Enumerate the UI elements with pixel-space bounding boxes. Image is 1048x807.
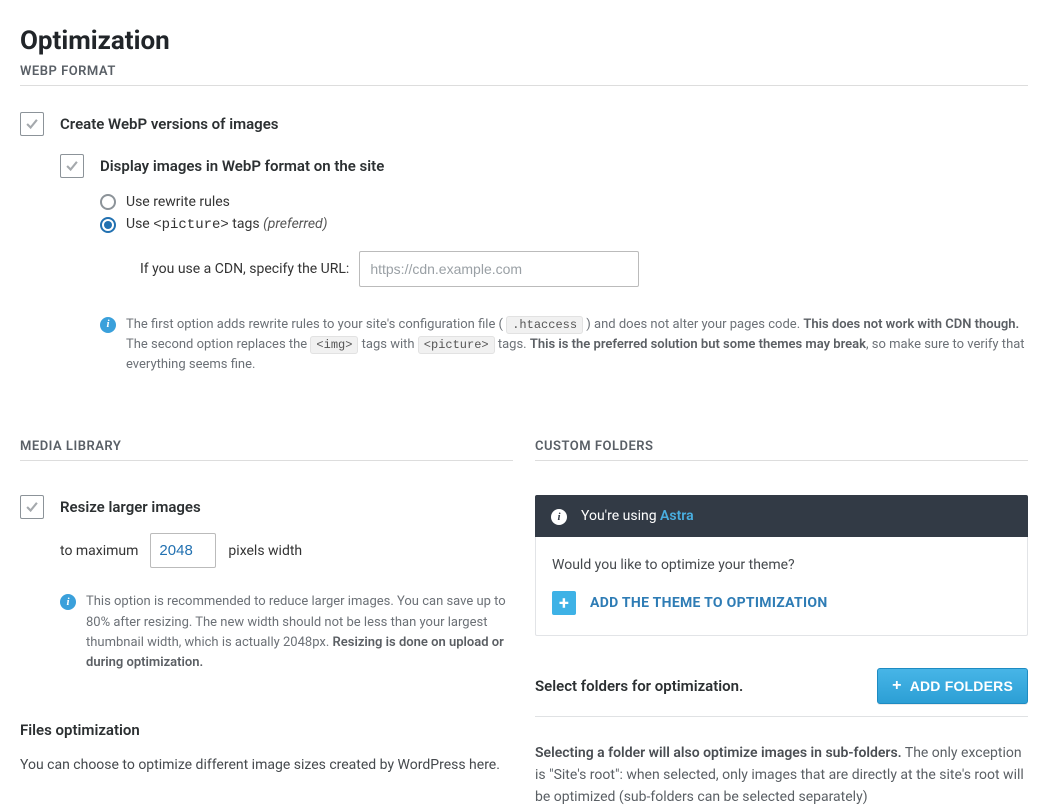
checkbox-display-webp[interactable] xyxy=(60,154,84,178)
check-icon xyxy=(25,500,39,514)
checkbox-create-webp[interactable] xyxy=(20,112,44,136)
webp-info-text: The first option adds rewrite rules to y… xyxy=(126,315,1028,375)
cdn-url-input[interactable] xyxy=(359,251,639,287)
to-maximum-label: to maximum xyxy=(60,543,138,559)
plus-icon: + xyxy=(892,677,902,695)
add-theme-button[interactable]: + ADD THE THEME TO OPTIMIZATION xyxy=(552,591,1011,615)
info-icon: i xyxy=(60,594,76,610)
theme-banner-prefix: You're using xyxy=(581,508,660,524)
files-optimization-header: Files optimization xyxy=(20,721,513,739)
resize-info-text: This option is recommended to reduce lar… xyxy=(86,592,513,673)
add-theme-label: ADD THE THEME TO OPTIMIZATION xyxy=(590,595,828,611)
radio-picture-tags[interactable] xyxy=(100,217,116,233)
radio-rewrite-rules[interactable] xyxy=(100,194,116,210)
display-webp-label: Display images in WebP format on the sit… xyxy=(100,154,384,178)
plus-icon: + xyxy=(552,591,576,615)
check-icon xyxy=(25,117,39,131)
radio-picture-label: Use <picture> tags (preferred) xyxy=(126,216,327,233)
check-icon xyxy=(65,159,79,173)
cdn-url-label: If you use a CDN, specify the URL: xyxy=(140,261,349,277)
theme-banner: i You're using Astra xyxy=(535,495,1028,537)
add-folders-button[interactable]: + ADD FOLDERS xyxy=(877,668,1028,704)
checkbox-resize-images[interactable] xyxy=(20,495,44,519)
info-icon: i xyxy=(551,509,567,525)
create-webp-label: Create WebP versions of images xyxy=(60,112,279,136)
section-header-custom-folders: CUSTOM FOLDERS xyxy=(535,439,1028,461)
files-optimization-text: You can choose to optimize different ima… xyxy=(20,755,513,776)
section-header-media: MEDIA LIBRARY xyxy=(20,439,513,461)
pixels-width-label: pixels width xyxy=(228,543,302,559)
select-folders-label: Select folders for optimization. xyxy=(535,677,743,695)
page-title: Optimization xyxy=(20,26,1028,56)
folder-help-text: Selecting a folder will also optimize im… xyxy=(535,743,1028,807)
add-folders-label: ADD FOLDERS xyxy=(910,678,1013,694)
info-icon: i xyxy=(100,317,116,333)
theme-name-link[interactable]: Astra xyxy=(660,508,694,524)
optimize-theme-question: Would you like to optimize your theme? xyxy=(552,557,1011,573)
resize-images-label: Resize larger images xyxy=(60,495,201,519)
radio-rewrite-label: Use rewrite rules xyxy=(126,194,230,210)
section-header-webp: WEBP FORMAT xyxy=(20,64,1028,86)
max-width-input[interactable] xyxy=(150,533,216,568)
